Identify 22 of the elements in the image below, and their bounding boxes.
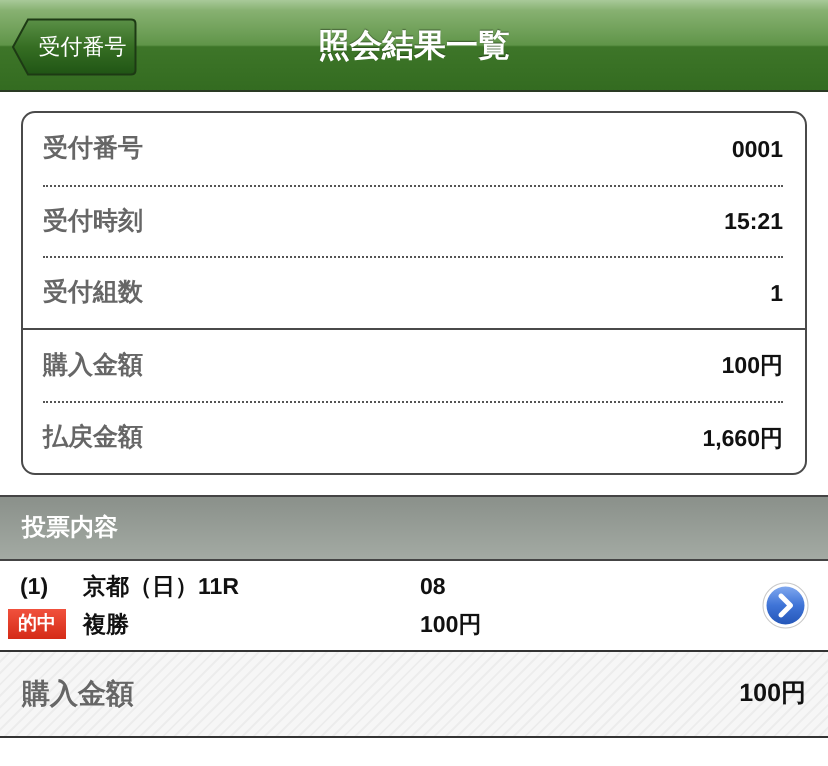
field-value: 15:21: [724, 207, 783, 236]
bet-number: (1): [20, 572, 48, 601]
page-title: 照会結果一覧: [318, 26, 510, 64]
section-title: 投票内容: [22, 512, 118, 542]
race-name: 京都（日）11R: [83, 572, 239, 601]
total-label: 購入金額: [22, 676, 134, 710]
field-label: 購入金額: [43, 350, 143, 380]
bet-selection: 08: [420, 572, 446, 601]
hit-badge: 的中: [8, 609, 66, 639]
field-value: 0001: [732, 134, 783, 164]
field-label: 受付番号: [43, 133, 143, 164]
field-label: 受付時刻: [43, 206, 143, 236]
bet-type: 複勝: [83, 610, 129, 639]
field-label: 受付組数: [43, 277, 143, 308]
field-value: 1,660円: [702, 424, 783, 452]
field-label: 払戻金額: [43, 422, 143, 453]
field-value: 100円: [722, 351, 783, 380]
total-value: 100円: [739, 678, 806, 709]
bet-amount: 100円: [420, 610, 482, 639]
back-button[interactable]: 受付番号: [12, 18, 137, 76]
field-value: 1: [770, 278, 783, 308]
chevron-right-icon[interactable]: [762, 582, 809, 628]
